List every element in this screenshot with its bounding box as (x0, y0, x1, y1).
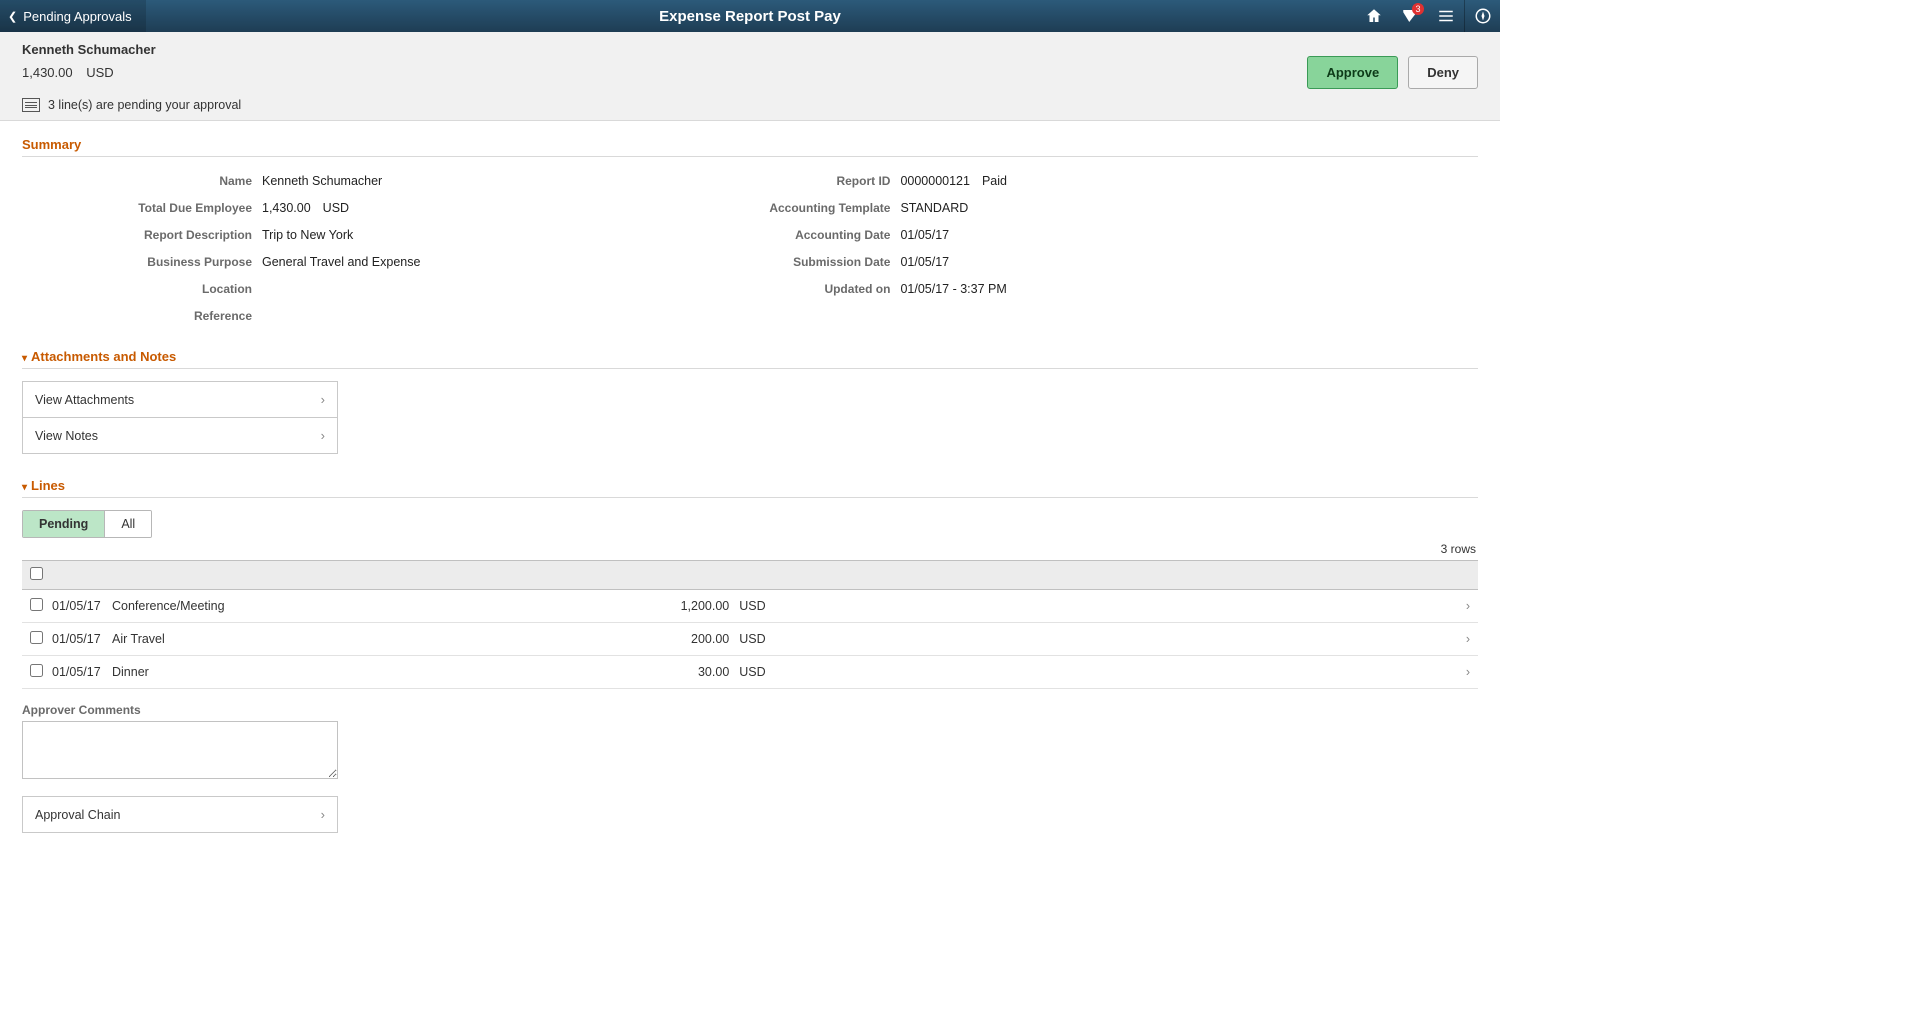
attachments-section-title[interactable]: Attachments and Notes (22, 343, 1478, 369)
header-amount-value: 1,430.00 (22, 65, 73, 80)
grid-header (22, 561, 1478, 590)
approval-chain-label: Approval Chain (35, 808, 120, 822)
row-desc: Air Travel (112, 632, 659, 646)
row-desc: Dinner (112, 665, 659, 679)
value-updated: 01/05/17 - 3:37 PM (900, 282, 1006, 296)
label-acct-date: Accounting Date (500, 228, 900, 242)
row-desc: Conference/Meeting (112, 599, 659, 613)
approval-chain-link[interactable]: Approval Chain › (23, 797, 337, 832)
label-updated: Updated on (500, 282, 900, 296)
row-currency: USD (739, 665, 789, 679)
approve-button[interactable]: Approve (1307, 56, 1398, 89)
row-currency: USD (739, 632, 789, 646)
approval-chain-box: Approval Chain › (22, 796, 338, 833)
view-notes-label: View Notes (35, 429, 98, 443)
label-template: Accounting Template (500, 201, 900, 215)
report-header: Kenneth Schumacher 1,430.00 USD 3 line(s… (0, 32, 1500, 121)
deny-button[interactable]: Deny (1408, 56, 1478, 89)
home-icon[interactable] (1356, 0, 1392, 32)
label-total-due: Total Due Employee (22, 201, 262, 215)
view-attachments-link[interactable]: View Attachments › (23, 382, 337, 417)
row-amount: 200.00 (659, 632, 739, 646)
row-date: 01/05/17 (52, 632, 112, 646)
value-purpose: General Travel and Expense (262, 255, 420, 269)
row-checkbox[interactable] (30, 631, 43, 644)
value-name: Kenneth Schumacher (262, 174, 382, 188)
attachments-box-list: View Attachments › View Notes › (22, 381, 338, 454)
chevron-right-icon: › (1446, 632, 1470, 646)
table-row[interactable]: 01/05/17Conference/Meeting1,200.00USD › (22, 590, 1478, 623)
label-report-id: Report ID (500, 174, 900, 188)
header-amount-currency: USD (86, 65, 113, 80)
pending-text: 3 line(s) are pending your approval (48, 98, 241, 112)
compass-icon[interactable] (1464, 0, 1500, 32)
row-checkbox[interactable] (30, 598, 43, 611)
lines-icon (22, 98, 40, 112)
approver-comments-input[interactable] (22, 721, 338, 779)
chevron-left-icon: ❮ (8, 10, 17, 23)
value-acct-date: 01/05/17 (900, 228, 949, 242)
notification-badge: 3 (1412, 3, 1424, 15)
label-reference: Reference (22, 309, 262, 323)
row-date: 01/05/17 (52, 665, 112, 679)
top-navbar: ❮ Pending Approvals Expense Report Post … (0, 0, 1500, 32)
lines-tabs: Pending All (22, 510, 152, 538)
row-amount: 1,200.00 (659, 599, 739, 613)
chevron-right-icon: › (1446, 599, 1470, 613)
table-row[interactable]: 01/05/17Dinner30.00USD › (22, 656, 1478, 689)
menu-icon[interactable] (1428, 0, 1464, 32)
view-attachments-label: View Attachments (35, 393, 134, 407)
header-amount: 1,430.00 USD (22, 65, 1307, 80)
page-title: Expense Report Post Pay (659, 8, 841, 25)
row-checkbox[interactable] (30, 664, 43, 677)
chevron-right-icon: › (321, 807, 325, 822)
rows-count: 3 rows (22, 542, 1478, 560)
label-sub-date: Submission Date (500, 255, 900, 269)
back-button[interactable]: ❮ Pending Approvals (0, 0, 146, 32)
summary-grid: NameKenneth Schumacher Total Due Employe… (22, 157, 1478, 343)
lines-grid: 01/05/17Conference/Meeting1,200.00USD›01… (22, 560, 1478, 689)
label-description: Report Description (22, 228, 262, 242)
row-currency: USD (739, 599, 789, 613)
comments-label: Approver Comments (22, 703, 1478, 717)
tab-pending[interactable]: Pending (23, 511, 104, 537)
chevron-right-icon: › (321, 392, 325, 407)
chevron-right-icon: › (321, 428, 325, 443)
view-notes-link[interactable]: View Notes › (23, 417, 337, 453)
label-purpose: Business Purpose (22, 255, 262, 269)
value-template: STANDARD (900, 201, 968, 215)
notifications-icon[interactable]: 3 (1392, 0, 1428, 32)
topbar-right: 3 (1356, 0, 1500, 32)
requester-name: Kenneth Schumacher (22, 42, 1307, 57)
value-report-id: 0000000121Paid (900, 174, 1007, 188)
row-amount: 30.00 (659, 665, 739, 679)
pending-line: 3 line(s) are pending your approval (22, 98, 1307, 112)
value-sub-date: 01/05/17 (900, 255, 949, 269)
row-date: 01/05/17 (52, 599, 112, 613)
value-total-due: 1,430.00USD (262, 201, 349, 215)
tab-all[interactable]: All (104, 511, 151, 537)
lines-section-title[interactable]: Lines (22, 472, 1478, 498)
back-label: Pending Approvals (23, 9, 131, 24)
label-location: Location (22, 282, 262, 296)
summary-section-title: Summary (22, 131, 1478, 157)
table-row[interactable]: 01/05/17Air Travel200.00USD › (22, 623, 1478, 656)
chevron-right-icon: › (1446, 665, 1470, 679)
select-all-checkbox[interactable] (30, 567, 43, 580)
value-description: Trip to New York (262, 228, 353, 242)
label-name: Name (22, 174, 262, 188)
